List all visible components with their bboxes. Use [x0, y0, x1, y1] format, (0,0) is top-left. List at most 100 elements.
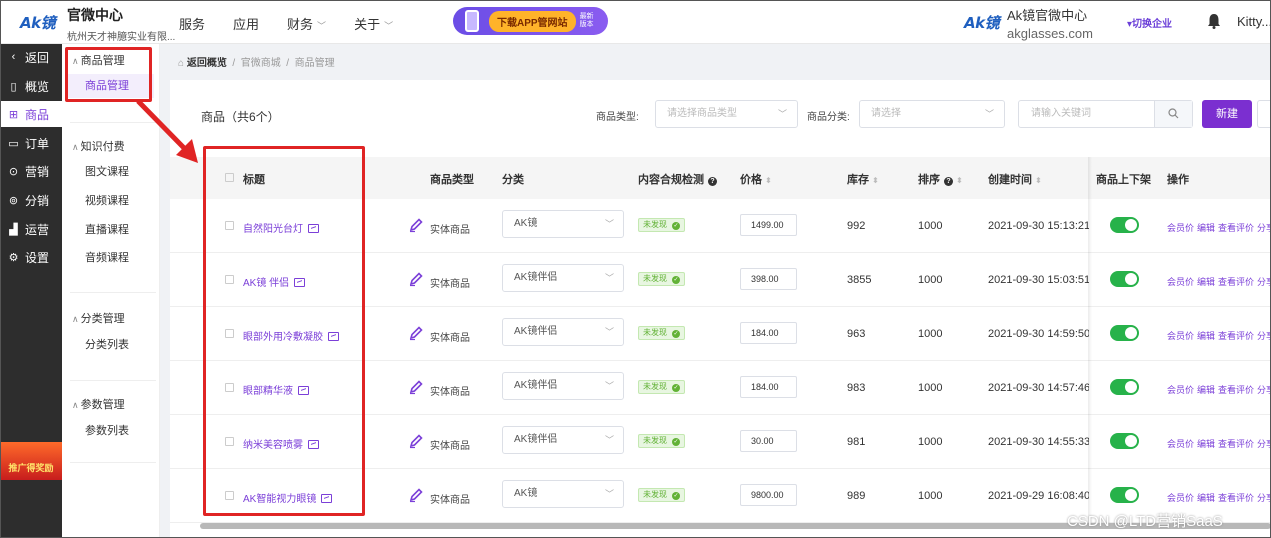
listed-toggle[interactable] [1110, 271, 1139, 287]
compliance-status-badge: 未发现 ✓ [638, 434, 685, 448]
category-select[interactable]: AK镜 ﹀ [502, 210, 624, 238]
group-category-manage[interactable]: ∧ 分类管理 [72, 310, 125, 326]
category-select[interactable]: AK镜伴侣 ﹀ [502, 426, 624, 454]
sort-value: 1000 [918, 328, 943, 340]
view-reviews-link[interactable]: 查看评价 [1218, 223, 1254, 233]
download-app-banner[interactable]: 下载APP管网站 最新版本 [453, 7, 608, 35]
sub-item-param-list[interactable]: 参数列表 [66, 419, 154, 443]
user-menu[interactable]: Kitty... [1237, 14, 1271, 29]
goods-type-select[interactable]: 请选择商品类型 ﹀ [655, 100, 798, 128]
sidebar-item-goods[interactable]: ⊞ 商品 [0, 101, 62, 127]
member-price-link[interactable]: 会员价 [1167, 277, 1194, 287]
listed-toggle[interactable] [1110, 379, 1139, 395]
category-select[interactable]: AK镜伴侣 ﹀ [502, 372, 624, 400]
listed-toggle[interactable] [1110, 217, 1139, 233]
org-info[interactable]: 官微中心 杭州天才神臆实业有限... [67, 5, 175, 43]
price-input[interactable]: 398.00 [740, 268, 797, 290]
view-reviews-link[interactable]: 查看评价 [1218, 385, 1254, 395]
price-input[interactable]: 184.00 [740, 376, 797, 398]
breadcrumb-home[interactable]: 返回概览 [187, 58, 227, 69]
sidebar-item-marketing[interactable]: ⊙ 营销 [0, 158, 62, 184]
category-select[interactable]: AK镜伴侣 ﹀ [502, 318, 624, 346]
price-input[interactable]: 30.00 [740, 430, 797, 452]
search-button[interactable] [1154, 101, 1192, 127]
ak-logo[interactable]: Ak镜 [20, 12, 56, 33]
chevron-up-icon: ∧ [72, 314, 79, 324]
bell-icon[interactable] [1207, 13, 1221, 29]
member-price-link[interactable]: 会员价 [1167, 493, 1194, 503]
pencil-icon[interactable] [408, 433, 424, 449]
share-link[interactable]: 分享 [1257, 277, 1271, 287]
edit-link[interactable]: 编辑 [1197, 493, 1215, 503]
new-goods-button[interactable]: 新建 [1202, 100, 1252, 128]
search-input[interactable]: 请输入关键词 [1018, 100, 1193, 128]
pencil-icon[interactable] [408, 271, 424, 287]
member-price-link[interactable]: 会员价 [1167, 439, 1194, 449]
col-sort[interactable]: 排序? ⬍ [918, 171, 963, 187]
sub-item-live-course[interactable]: 直播课程 [66, 218, 154, 242]
org-title: 官微中心 [67, 7, 123, 23]
referral-reward-badge[interactable]: 推广得奖励 [0, 442, 62, 480]
sidebar-item-orders[interactable]: ▭ 订单 [0, 130, 62, 156]
stock-value: 3855 [847, 274, 872, 286]
col-created[interactable]: 创建时间 ⬍ [988, 171, 1042, 187]
sidebar-item-back[interactable]: ‹ 返回 [0, 44, 62, 70]
row-actions: 会员价 编辑 查看评价 分享 [1167, 383, 1271, 396]
share-link[interactable]: 分享 [1257, 439, 1271, 449]
share-link[interactable]: 分享 [1257, 223, 1271, 233]
col-price[interactable]: 价格 ⬍ [740, 171, 772, 187]
operations-icon: ▟ [9, 223, 18, 236]
sidebar-item-settings[interactable]: ⚙ 设置 [0, 244, 62, 270]
group-knowledge[interactable]: ∧ 知识付费 [72, 138, 125, 154]
sub-item-audio-course[interactable]: 音频课程 [66, 246, 154, 270]
listed-toggle[interactable] [1110, 487, 1139, 503]
member-price-link[interactable]: 会员价 [1167, 385, 1194, 395]
nav-item-about[interactable]: 关于 ﹀ [354, 14, 393, 33]
brand-info: Ak镜官微中心 akglasses.com [1007, 5, 1093, 41]
goods-category-select[interactable]: 请选择 ﹀ [859, 100, 1005, 128]
sidebar-item-operations[interactable]: ▟ 运营 [0, 216, 62, 242]
member-price-link[interactable]: 会员价 [1167, 331, 1194, 341]
nav-item-apps[interactable]: 应用 [233, 14, 259, 33]
chevron-down-icon: ﹀ [604, 381, 614, 391]
edit-link[interactable]: 编辑 [1197, 223, 1215, 233]
switch-org-button[interactable]: ▾切换企业 [1127, 15, 1172, 30]
pencil-icon[interactable] [408, 325, 424, 341]
share-link[interactable]: 分享 [1257, 493, 1271, 503]
edit-link[interactable]: 编辑 [1197, 277, 1215, 287]
sub-item-category-list[interactable]: 分类列表 [66, 333, 154, 357]
edit-link[interactable]: 编辑 [1197, 385, 1215, 395]
sidebar-item-distribution[interactable]: ⊚ 分销 [0, 187, 62, 213]
member-price-link[interactable]: 会员价 [1167, 223, 1194, 233]
chevron-down-icon: ﹀ [604, 435, 614, 445]
pencil-icon[interactable] [408, 379, 424, 395]
share-link[interactable]: 分享 [1257, 331, 1271, 341]
nav-item-service[interactable]: 服务 [179, 14, 205, 33]
sidebar-item-overview[interactable]: ▯ 概览 [0, 73, 62, 99]
more-button[interactable] [1257, 100, 1271, 128]
pencil-icon[interactable] [408, 487, 424, 503]
edit-link[interactable]: 编辑 [1197, 331, 1215, 341]
view-reviews-link[interactable]: 查看评价 [1218, 277, 1254, 287]
category-select[interactable]: AK镜伴侣 ﹀ [502, 264, 624, 292]
col-stock[interactable]: 库存 ⬍ [847, 171, 879, 187]
pencil-icon[interactable] [408, 217, 424, 233]
edit-link[interactable]: 编辑 [1197, 439, 1215, 449]
price-input[interactable]: 1499.00 [740, 214, 797, 236]
price-input[interactable]: 9800.00 [740, 484, 797, 506]
listed-toggle[interactable] [1110, 325, 1139, 341]
view-reviews-link[interactable]: 查看评价 [1218, 439, 1254, 449]
share-link[interactable]: 分享 [1257, 385, 1271, 395]
view-reviews-link[interactable]: 查看评价 [1218, 493, 1254, 503]
group-params-manage[interactable]: ∧ 参数管理 [72, 396, 125, 412]
view-reviews-link[interactable]: 查看评价 [1218, 331, 1254, 341]
category-select[interactable]: AK镜 ﹀ [502, 480, 624, 508]
price-input[interactable]: 184.00 [740, 322, 797, 344]
question-icon[interactable]: ? [944, 177, 953, 186]
col-ops: 操作 [1167, 174, 1189, 186]
sub-item-video-course[interactable]: 视频课程 [66, 189, 154, 213]
nav-item-finance[interactable]: 财务 ﹀ [287, 14, 326, 33]
listed-toggle[interactable] [1110, 433, 1139, 449]
question-icon[interactable]: ? [708, 177, 717, 186]
breadcrumb-mall[interactable]: 官微商城 [241, 58, 281, 69]
